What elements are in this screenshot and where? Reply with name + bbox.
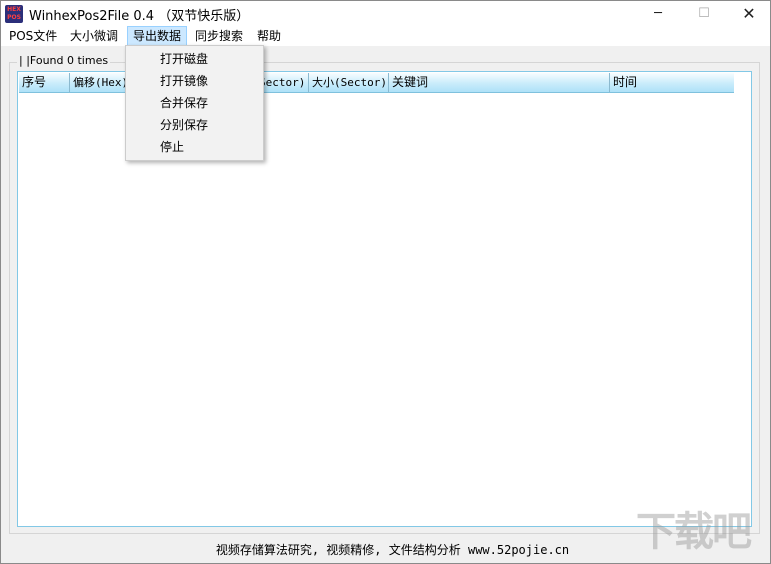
watermark-logo: 下载吧 [636, 509, 752, 555]
column-keyword[interactable]: 关键词 [389, 73, 610, 92]
title-bar: HEX POS WinhexPos2File 0.4 （双节快乐版） ─ ☐ ✕ [0, 0, 771, 26]
menu-pos-file[interactable]: POS文件 [4, 26, 62, 46]
column-index[interactable]: 序号 [19, 73, 70, 92]
menu-item-separate-save[interactable]: 分别保存 [126, 114, 263, 136]
export-data-dropdown: 打开磁盘 打开镜像 合并保存 分别保存 停止 [125, 45, 264, 161]
menu-item-open-disk[interactable]: 打开磁盘 [126, 48, 263, 70]
app-icon: HEX POS [5, 5, 23, 23]
menu-sync-search[interactable]: 同步搜索 [190, 26, 248, 46]
maximize-button[interactable]: ☐ [681, 1, 727, 27]
menu-item-open-image[interactable]: 打开镜像 [126, 70, 263, 92]
close-button[interactable]: ✕ [726, 1, 771, 27]
column-sector[interactable]: Sector) [259, 73, 309, 92]
menu-bar: POS文件 大小微调 导出数据 同步搜索 帮助 [0, 26, 771, 46]
minimize-button[interactable]: ─ [635, 1, 681, 27]
column-time[interactable]: 时间 [610, 73, 734, 92]
menu-help[interactable]: 帮助 [252, 26, 286, 46]
menu-size-adjust[interactable]: 大小微调 [65, 26, 123, 46]
column-size-sector[interactable]: 大小(Sector) [309, 73, 389, 92]
found-count-label: | |Found 0 times [17, 54, 111, 68]
menu-item-stop[interactable]: 停止 [126, 136, 263, 158]
menu-export-data[interactable]: 导出数据 [127, 26, 188, 46]
window-title: WinhexPos2File 0.4 （双节快乐版） [29, 9, 250, 24]
menu-item-merge-save[interactable]: 合并保存 [126, 92, 263, 114]
